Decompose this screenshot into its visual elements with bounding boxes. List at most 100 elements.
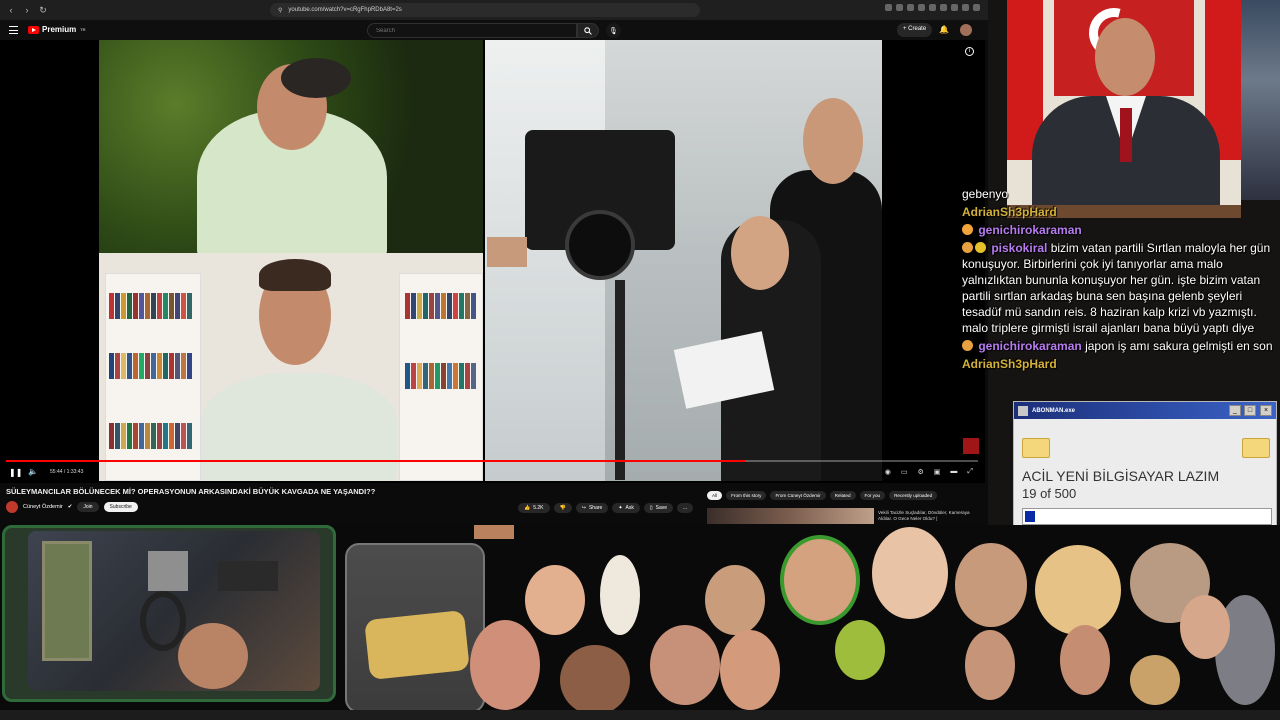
browser-toolbar: ‹ › ↻ ⚲ youtube.com/watch?v=cRgFhpRDbA8t…	[0, 0, 988, 20]
video-player[interactable]: i ❚❚ 🔈 55:44 / 1:33:43 ◉ ▭ ⚙ ▣ ▬ ⤢	[0, 40, 985, 483]
more-label: ...	[683, 505, 688, 511]
meme-face	[780, 535, 860, 625]
subtitles-icon[interactable]: ▭	[901, 468, 908, 476]
join-button[interactable]: Join	[77, 502, 99, 512]
chat-overlay: gebenyo AdrianSh3pHard genichirokaraman …	[962, 186, 1274, 374]
miniplayer-icon[interactable]: ▣	[934, 468, 941, 476]
video-title: SÜLEYMANCILAR BÖLÜNECEK Mİ? OPERASYONUN …	[6, 487, 376, 496]
extension-icon[interactable]	[973, 4, 980, 11]
address-bar[interactable]: ⚲ youtube.com/watch?v=cRgFhpRDbA8t=2s	[270, 3, 700, 17]
channel-row: Cüneyt Özdemir ✔ Join Subscribe	[6, 500, 138, 514]
chat-message: AdrianSh3pHard	[962, 356, 1274, 372]
reload-icon[interactable]: ↻	[38, 5, 48, 15]
extension-icon[interactable]	[907, 4, 914, 11]
film-set-feed	[485, 40, 882, 481]
extension-icon[interactable]	[951, 4, 958, 11]
recommended-video-thumbnail[interactable]	[707, 508, 874, 524]
subscribe-label: Subscribe	[109, 504, 132, 510]
extension-icon[interactable]	[896, 4, 903, 11]
chip-from-this-story[interactable]: From this story	[726, 491, 767, 500]
volume-icon[interactable]: 🔈	[28, 467, 38, 476]
like-count: 5.2K	[533, 505, 544, 511]
like-button[interactable]: 👍 5.2K	[518, 503, 550, 513]
autoplay-toggle-icon[interactable]: ◉	[885, 468, 891, 476]
maximize-button[interactable]: □	[1244, 405, 1256, 416]
search-input[interactable]	[367, 23, 577, 38]
camera-lens	[565, 210, 635, 280]
chat-badge-icon	[962, 340, 973, 351]
extension-icon[interactable]	[940, 4, 947, 11]
share-button[interactable]: ↪ Share	[575, 503, 609, 513]
player-controls: ❚❚ 🔈 55:44 / 1:33:43 ◉ ▭ ⚙ ▣ ▬ ⤢	[0, 464, 985, 481]
chat-message: genichirokaraman japon iş amı sakura gel…	[962, 338, 1274, 354]
close-button[interactable]: ×	[1260, 405, 1272, 416]
create-button[interactable]: + Create	[897, 23, 933, 37]
notifications-bell-icon[interactable]: 🔔	[939, 25, 949, 34]
logo-country-badge: TR	[80, 27, 86, 32]
meme-collage	[0, 525, 1280, 720]
extension-icon[interactable]	[962, 4, 969, 11]
dialog-count: 19 of 500	[1022, 486, 1077, 501]
chat-text: japon iş amı sakura gelmişti en son	[1085, 339, 1273, 353]
hamburger-menu-icon[interactable]	[9, 26, 18, 34]
forward-icon[interactable]: ›	[22, 5, 32, 15]
streamer-webcam	[28, 531, 320, 691]
chip-for-you[interactable]: For you	[859, 491, 886, 500]
room-monitor	[148, 551, 188, 591]
info-icon[interactable]: i	[965, 47, 974, 56]
recommendation-chips: All From this story From Cüneyt Özdemir …	[707, 491, 938, 500]
sparkle-icon: ✦	[618, 505, 623, 511]
chip-recently-uploaded[interactable]: Recently uploaded	[889, 491, 938, 500]
back-icon[interactable]: ‹	[6, 5, 16, 15]
progress-bar[interactable]	[6, 460, 978, 462]
meme-face	[1035, 545, 1121, 635]
sticker-face-image	[474, 525, 514, 539]
chip-from-channel[interactable]: From Cüneyt Özdemir	[770, 491, 826, 500]
thumbs-down-icon: 👎	[559, 505, 566, 511]
portrait-head	[1095, 18, 1155, 96]
dislike-button[interactable]: 👎	[553, 503, 572, 513]
save-label: Save	[655, 505, 668, 511]
minimize-button[interactable]: _	[1229, 405, 1241, 416]
url-text: youtube.com/watch?v=cRgFhpRDbA8t=2s	[288, 7, 402, 13]
fullscreen-icon[interactable]: ⤢	[967, 468, 973, 476]
chat-username: genichirokaraman	[978, 223, 1082, 237]
extension-icon[interactable]	[929, 4, 936, 11]
search-icon	[584, 26, 592, 35]
theater-mode-icon[interactable]: ▬	[950, 468, 957, 476]
pause-icon[interactable]: ❚❚	[9, 468, 22, 477]
extension-icon[interactable]	[918, 4, 925, 11]
time-display: 55:44 / 1:33:43	[50, 469, 84, 475]
channel-avatar[interactable]	[6, 501, 18, 513]
chat-text: gebenyo	[962, 187, 1009, 201]
account-avatar[interactable]	[960, 24, 972, 36]
books-row	[109, 353, 192, 379]
youtube-logo[interactable]: Premium TR	[28, 25, 86, 34]
voice-search-button[interactable]: 🎙	[606, 23, 621, 38]
subscribe-button[interactable]: Subscribe	[103, 502, 138, 512]
channel-watermark-logo[interactable]	[963, 438, 979, 454]
create-label: Create	[908, 26, 927, 32]
more-actions-button[interactable]: ...	[677, 503, 694, 513]
books-row	[109, 293, 192, 319]
chat-username: AdrianSh3pHard	[962, 205, 1057, 219]
chat-message: gebenyo	[962, 186, 1274, 202]
chip-related[interactable]: Related	[829, 491, 856, 500]
microphone-icon: 🎙	[609, 27, 618, 35]
ask-button[interactable]: ✦ Ask	[612, 503, 640, 513]
settings-gear-icon[interactable]: ⚙	[917, 468, 923, 476]
recommended-video[interactable]: Vekili Tacizle Suçladılar, Dövdüler, Kam…	[707, 508, 981, 524]
site-info-icon[interactable]: ⚲	[278, 7, 282, 14]
meme-face	[1180, 595, 1230, 659]
recommended-video-title[interactable]: Vekili Tacizle Suçladılar, Dövdüler, Kam…	[878, 510, 978, 521]
channel-name[interactable]: Cüneyt Özdemir	[23, 504, 63, 510]
bottom-strip	[0, 710, 1280, 720]
chip-all[interactable]: All	[707, 491, 723, 500]
search-button[interactable]	[577, 23, 599, 38]
extension-icon[interactable]	[885, 4, 892, 11]
chat-message: AdrianSh3pHard	[962, 204, 1274, 220]
chat-username: piskokiral	[991, 241, 1048, 255]
save-button[interactable]: ▯ Save	[643, 503, 674, 513]
streamer-head	[178, 623, 248, 689]
glass-jar-image	[345, 543, 485, 713]
